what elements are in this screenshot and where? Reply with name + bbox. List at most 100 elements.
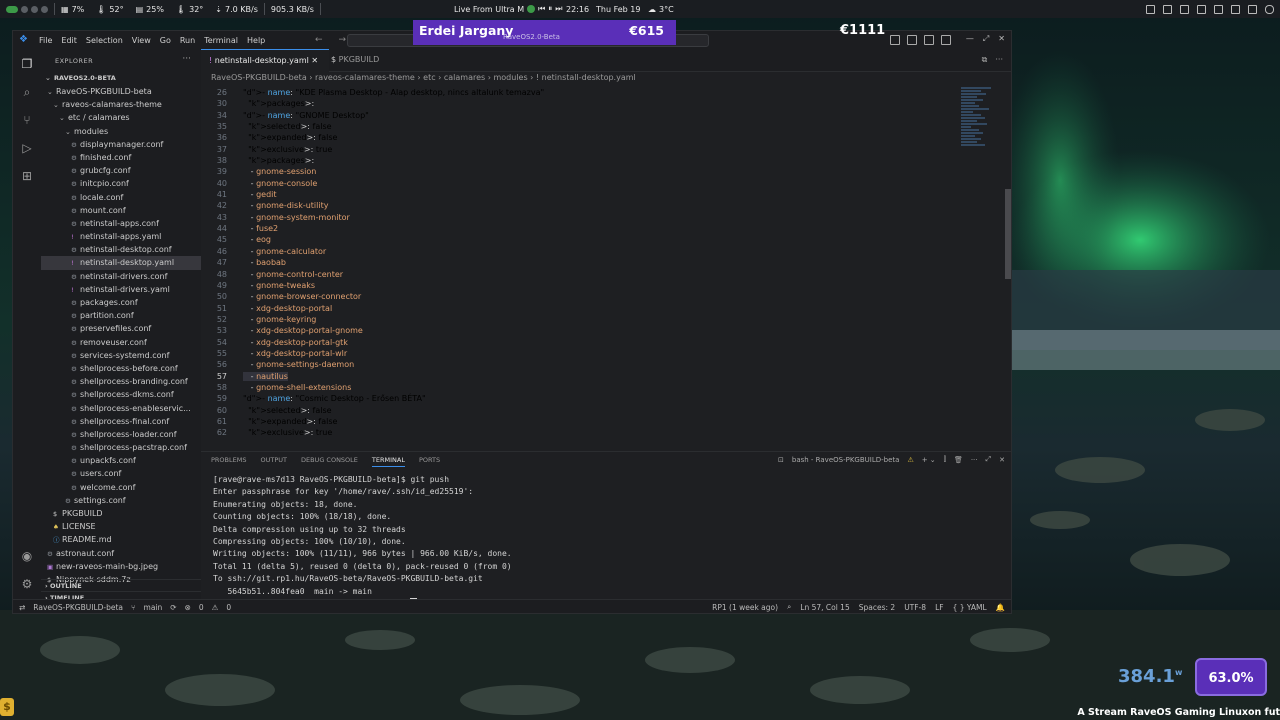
network-down-indicator[interactable]: ⇣ 7.0 KB/s	[209, 0, 264, 18]
tab-terminal[interactable]: TERMINAL	[371, 456, 405, 467]
minimap[interactable]	[961, 87, 1001, 197]
maximize-icon[interactable]: ⤢	[983, 34, 989, 44]
file-item[interactable]: ⚙ astronaut.conf	[41, 547, 201, 560]
code-line[interactable]: 55 - xdg-desktop-portal-wlr	[201, 348, 961, 359]
workspace-header[interactable]: ⌄ RAVEOS2.0-BETA	[41, 72, 201, 85]
minimize-icon[interactable]: —	[966, 34, 974, 44]
file-item[interactable]: $ PKGBUILD	[41, 507, 201, 520]
code-line[interactable]: 60 "k">selected>: false	[201, 405, 961, 416]
tray-icon[interactable]	[1180, 4, 1189, 14]
tray-icon[interactable]	[1248, 4, 1257, 14]
cursor-position[interactable]: Ln 57, Col 15	[800, 603, 849, 612]
code-line[interactable]: 53 - xdg-desktop-portal-gnome	[201, 325, 961, 336]
menu-item-terminal[interactable]: Terminal	[204, 36, 238, 45]
zoom-icon[interactable]: ⌕	[787, 602, 791, 612]
extensions-icon[interactable]: ⊞	[20, 169, 34, 183]
code-line[interactable]: 42 - gnome-disk-utility	[201, 200, 961, 211]
cpu-temp-indicator[interactable]: 🌡 52°	[90, 0, 129, 18]
trash-icon[interactable]: 🗑	[954, 456, 963, 464]
tab-problems[interactable]: PROBLEMS	[211, 456, 246, 467]
gear-icon[interactable]: ⚙	[20, 577, 34, 591]
menu-item-edit[interactable]: Edit	[61, 36, 77, 45]
file-item[interactable]: ⚙ displaymanager.conf	[41, 138, 201, 151]
file-item[interactable]: ! netinstall-desktop.yaml	[41, 256, 201, 270]
code-line[interactable]: 26 "d">- name: "KDE Plasma Desktop - Alap…	[201, 87, 961, 98]
notifications-icon[interactable]: 🔔	[996, 603, 1005, 612]
code-line[interactable]: 44 - fuse2	[201, 223, 961, 234]
back-icon[interactable]: ←	[315, 35, 323, 45]
code-line[interactable]: 46 - gnome-calculator	[201, 246, 961, 257]
file-item[interactable]: ⚙ mount.conf	[41, 204, 201, 217]
search-icon[interactable]: ⌕	[20, 85, 34, 99]
code-line[interactable]: 43 - gnome-system-monitor	[201, 212, 961, 223]
more-actions-icon[interactable]: ···	[995, 55, 1003, 65]
file-item[interactable]: ⚙ shellprocess-loader.conf	[41, 428, 201, 441]
code-line[interactable]: 35 "k">selected>: false	[201, 121, 961, 132]
file-item[interactable]: ⚙ services-systemd.conf	[41, 349, 201, 362]
file-item[interactable]: ⓘ README.md	[41, 533, 201, 546]
folder-item[interactable]: ⌄ RaveOS-PKGBUILD-beta	[41, 85, 201, 98]
tray-icon[interactable]	[1231, 4, 1240, 14]
menu-item-run[interactable]: Run	[180, 36, 195, 45]
file-item[interactable]: ▣ new-raveos-main-bg.jpeg	[41, 560, 201, 573]
menu-item-selection[interactable]: Selection	[86, 36, 123, 45]
code-line[interactable]: 36 "k">expanded>: false	[201, 132, 961, 143]
code-line[interactable]: 39 - gnome-session	[201, 166, 961, 177]
file-item[interactable]: ⚙ preservefiles.conf	[41, 322, 201, 335]
file-item[interactable]: ⚙ finished.conf	[41, 151, 201, 164]
tray-icon[interactable]	[1197, 4, 1206, 14]
toggle-secondary-sidebar-icon[interactable]	[924, 35, 934, 45]
power-icon[interactable]	[1265, 4, 1274, 14]
code-line[interactable]: 45 - eog	[201, 234, 961, 245]
terminal-name[interactable]: bash - RaveOS-PKGBUILD-beta	[792, 456, 900, 464]
forward-icon[interactable]: →	[339, 35, 347, 45]
menu-item-go[interactable]: Go	[160, 36, 171, 45]
tab-netinstall-desktop-yaml[interactable]: ! netinstall-desktop.yaml ✕	[201, 49, 329, 72]
split-terminal-icon[interactable]: ⫿	[944, 455, 946, 464]
code-line[interactable]: 48 - gnome-control-center	[201, 269, 961, 280]
source-control-icon[interactable]: ⑂	[20, 113, 34, 127]
file-item[interactable]: ⚙ unpackfs.conf	[41, 454, 201, 467]
previous-icon[interactable]: ⏮	[538, 4, 545, 14]
network-up-indicator[interactable]: 905.3 KB/s	[265, 0, 320, 18]
breadcrumb[interactable]: RaveOS-PKGBUILD-beta › raveos-calamares-…	[211, 73, 636, 82]
file-item[interactable]: ⚙ netinstall-drivers.conf	[41, 270, 201, 283]
terminal-output[interactable]: [rave@rave-ms7d13 RaveOS-PKGBUILD-beta]$…	[213, 474, 1003, 610]
workspace-switcher[interactable]	[0, 5, 54, 13]
folder-item[interactable]: ⌄ etc / calamares	[41, 111, 201, 124]
customize-layout-icon[interactable]	[941, 35, 951, 45]
tab-pkgbuild[interactable]: $ PKGBUILD	[323, 49, 387, 71]
explorer-icon[interactable]: ❐	[20, 57, 34, 71]
menu-item-file[interactable]: File	[39, 36, 52, 45]
code-line[interactable]: 56 - gnome-settings-daemon	[201, 359, 961, 370]
cpu-indicator[interactable]: ▦ 7%	[55, 0, 90, 18]
file-item[interactable]: ⚙ netinstall-apps.conf	[41, 217, 201, 230]
code-line[interactable]: 62 "k">exclusive>: true	[201, 427, 961, 438]
line-endings[interactable]: LF	[935, 603, 944, 612]
menu-item-help[interactable]: Help	[247, 36, 265, 45]
file-item[interactable]: ⚙ locale.conf	[41, 191, 201, 204]
file-item[interactable]: ⚙ grubcfg.conf	[41, 164, 201, 177]
code-line[interactable]: 52 - gnome-keyring	[201, 314, 961, 325]
maximize-panel-icon[interactable]: ⤢	[986, 455, 992, 464]
toggle-sidebar-icon[interactable]	[890, 35, 900, 45]
remote-icon[interactable]: ⇄	[19, 603, 25, 612]
new-terminal-icon[interactable]: + ⌄	[922, 456, 936, 464]
close-panel-icon[interactable]: ✕	[999, 456, 1005, 464]
code-line[interactable]: 61 "k">expanded>: false	[201, 416, 961, 427]
tab-debug-console[interactable]: DEBUG CONSOLE	[301, 456, 358, 467]
code-line[interactable]: 58 - gnome-shell-extensions	[201, 382, 961, 393]
file-item[interactable]: ⚙ removeuser.conf	[41, 336, 201, 349]
file-item[interactable]: ⚙ netinstall-desktop.conf	[41, 243, 201, 256]
code-line[interactable]: 54 - xdg-desktop-portal-gtk	[201, 337, 961, 348]
git-blame[interactable]: RP1 (1 week ago)	[712, 603, 778, 612]
file-item[interactable]: ⚙ shellprocess-pacstrap.conf	[41, 441, 201, 454]
sync-icon[interactable]: ⟳	[170, 603, 176, 612]
indentation[interactable]: Spaces: 2	[859, 603, 895, 612]
weather[interactable]: ☁ 3°C	[642, 0, 680, 18]
file-item[interactable]: ⚙ partition.conf	[41, 309, 201, 322]
folder-item[interactable]: ⌄ modules	[41, 125, 201, 138]
code-view[interactable]: 26 "d">- name: "KDE Plasma Desktop - Alap…	[201, 87, 961, 447]
file-item[interactable]: ⚙ users.conf	[41, 467, 201, 480]
tab-ports[interactable]: PORTS	[419, 456, 440, 467]
